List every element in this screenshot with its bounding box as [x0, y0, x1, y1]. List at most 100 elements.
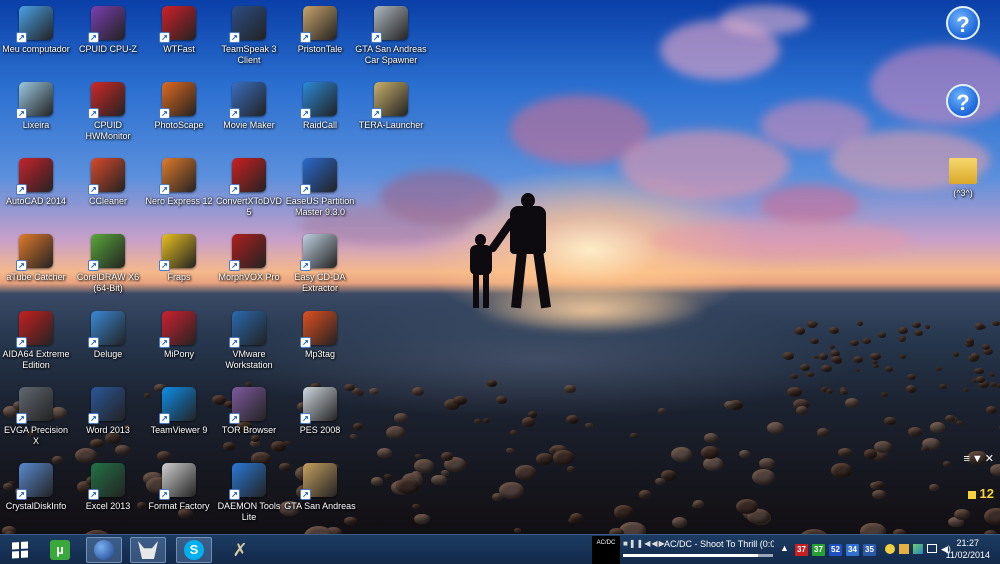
desktop-shortcut-label: AutoCAD 2014 — [5, 196, 67, 206]
network-icon[interactable] — [913, 544, 923, 554]
desktop-shortcut-word[interactable]: ↗ Word 2013 — [72, 387, 144, 436]
desktop-shortcut-convertx[interactable]: ↗ ConvertXToDVD 5 — [213, 158, 285, 218]
tray-temp-badge[interactable]: 34 — [846, 544, 859, 556]
folder-icon — [949, 158, 977, 184]
desktop-shortcut-easeus[interactable]: ↗ EaseUS Partition Master 9.3.0 — [284, 158, 356, 218]
desktop-shortcut-easy-cdda[interactable]: ↗ Easy CD-DA Extractor — [284, 234, 356, 294]
desktop-shortcut-wtfast[interactable]: ↗ WTFast — [143, 6, 215, 55]
desktop-shortcut-cpuz[interactable]: ↗ CPUID CPU-Z — [72, 6, 144, 55]
start-button[interactable] — [2, 537, 38, 563]
skype-icon: S — [184, 540, 204, 560]
deluge-icon: ↗ — [88, 311, 125, 348]
desktop-shortcut-gta-spawner[interactable]: ↗ GTA San Andreas Car Spawner — [355, 6, 427, 66]
shortcut-arrow-icon: ↗ — [229, 184, 240, 195]
shortcut-arrow-icon: ↗ — [88, 413, 99, 424]
monitor-icon[interactable] — [927, 544, 937, 553]
prev-icon[interactable]: ◀◀ — [644, 539, 658, 548]
desktop-shortcut-raidcall[interactable]: ↗ RaidCall — [284, 82, 356, 131]
easy-cdda-icon: ↗ — [300, 234, 337, 271]
desktop-shortcut-tor[interactable]: ↗ TOR Browser — [213, 387, 285, 436]
desktop-shortcut-label: GTA San Andreas — [284, 501, 356, 511]
desktop-shortcut-label: Fraps — [167, 272, 191, 282]
desktop-shortcut-vmware[interactable]: ↗ VMware Workstation — [213, 311, 285, 371]
desktop-shortcut-deluge[interactable]: ↗ Deluge — [72, 311, 144, 360]
desktop-shortcut-evga[interactable]: ↗ EVGA Precision X — [0, 387, 72, 447]
desktop[interactable]: ↗ Meu computador ↗ CPUID CPU-Z ↗ WTFast ↗ TeamS… — [0, 0, 1000, 534]
help-icon[interactable]: ? — [946, 6, 980, 40]
shortcut-arrow-icon: ↗ — [159, 260, 170, 271]
computer-icon: ↗ — [16, 6, 53, 43]
shortcut-arrow-icon: ↗ — [16, 413, 27, 424]
desktop-shortcut-fraps[interactable]: ↗ Fraps — [143, 234, 215, 283]
pause-icon[interactable]: ❚❚ — [629, 539, 644, 548]
taskbar-app[interactable]: ✗ — [222, 537, 258, 563]
notification-icon[interactable] — [885, 544, 895, 554]
desktop-shortcut-label: Format Factory — [148, 501, 210, 511]
media-controls[interactable]: ■❚❚◀◀▶ — [623, 539, 666, 548]
desktop-shortcut-mipony[interactable]: ↗ MiPony — [143, 311, 215, 360]
media-player-toolbar[interactable]: AC/DC ■❚❚◀◀▶ AC/DC - Shoot To Thrill (0:… — [592, 536, 782, 564]
tray-misc-icons[interactable]: ◀) — [885, 544, 951, 554]
shortcut-arrow-icon: ↗ — [88, 108, 99, 119]
taskbar-browser[interactable] — [86, 537, 122, 563]
shortcut-arrow-icon: ↗ — [229, 32, 240, 43]
fox-icon — [138, 541, 158, 559]
shortcut-arrow-icon: ↗ — [229, 260, 240, 271]
desktop-shortcut-autocad[interactable]: ↗ AutoCAD 2014 — [0, 158, 72, 207]
easeus-icon: ↗ — [300, 158, 337, 195]
desktop-shortcut-tera-launcher[interactable]: ↗ TERA-Launcher — [355, 82, 427, 131]
shortcut-arrow-icon: ↗ — [300, 489, 311, 500]
desktop-shortcut-pes[interactable]: ↗ PES 2008 — [284, 387, 356, 436]
desktop-shortcut-daemon-tools[interactable]: ↗ DAEMON Tools Lite — [213, 463, 285, 523]
desktop-shortcut-movie-maker[interactable]: ↗ Movie Maker — [213, 82, 285, 131]
shortcut-arrow-icon: ↗ — [300, 184, 311, 195]
tray-temp-badge[interactable]: 37 — [812, 544, 825, 556]
utorrent-icon: µ — [50, 540, 70, 560]
desktop-shortcut-recycle-bin[interactable]: ↗ Lixeira — [0, 82, 72, 131]
media-progress-bar[interactable] — [623, 554, 773, 557]
desktop-shortcut-excel[interactable]: ↗ Excel 2013 — [72, 463, 144, 512]
desktop-shortcut-crystaldiskinfo[interactable]: ↗ CrystalDiskInfo — [0, 463, 72, 512]
desktop-shortcut-format-factory[interactable]: ↗ Format Factory — [143, 463, 215, 512]
desktop-shortcut-computer[interactable]: ↗ Meu computador — [0, 6, 72, 55]
taskbar-skype[interactable]: S — [176, 537, 212, 563]
desktop-shortcut-hwmonitor[interactable]: ↗ CPUID HWMonitor — [72, 82, 144, 142]
desktop-shortcut-label: MorphVOX Pro — [218, 272, 280, 282]
desktop-shortcut-gta-sa[interactable]: ↗ GTA San Andreas — [284, 463, 356, 512]
tray-overflow-icon[interactable]: ▲ — [780, 543, 789, 553]
desktop-shortcut-teamviewer[interactable]: ↗ TeamViewer 9 — [143, 387, 215, 436]
word-icon: ↗ — [88, 387, 125, 424]
desktop-shortcut-atube[interactable]: ↗ aTube Catcher — [0, 234, 72, 283]
tray-temp-badge[interactable]: 35 — [863, 544, 876, 556]
tray-temp-badge[interactable]: 37 — [795, 544, 808, 556]
shortcut-arrow-icon: ↗ — [229, 337, 240, 348]
taskbar-utorrent[interactable]: µ — [42, 537, 78, 563]
desktop-shortcut-coreldraw[interactable]: ↗ CorelDRAW X6 (64-Bit) — [72, 234, 144, 294]
desktop-shortcut-morphvox[interactable]: ↗ MorphVOX Pro — [213, 234, 285, 283]
shortcut-arrow-icon: ↗ — [159, 337, 170, 348]
shortcut-arrow-icon: ↗ — [229, 108, 240, 119]
desktop-shortcut-pristontale[interactable]: ↗ PristonTale — [284, 6, 356, 55]
desktop-shortcut-teamspeak[interactable]: ↗ TeamSpeak 3 Client — [213, 6, 285, 66]
flag-icon[interactable] — [899, 544, 909, 554]
taskbar-foobar[interactable] — [130, 537, 166, 563]
folder-shortcut[interactable]: (^3^) — [940, 158, 986, 199]
gadget-controls[interactable]: ≡▼✕ — [963, 452, 996, 465]
clock[interactable]: 21:27 11/02/2014 — [946, 537, 990, 561]
desktop-shortcut-aida64[interactable]: ↗ AIDA64 Extreme Edition — [0, 311, 72, 371]
desktop-shortcut-mp3tag[interactable]: ↗ Mp3tag — [284, 311, 356, 360]
globe-icon — [94, 540, 114, 560]
desktop-shortcut-ccleaner[interactable]: ↗ CCleaner — [72, 158, 144, 207]
album-art: AC/DC — [592, 536, 620, 564]
tor-icon: ↗ — [229, 387, 266, 424]
fraps-icon: ↗ — [159, 234, 196, 271]
desktop-shortcut-nero[interactable]: ↗ Nero Express 12 — [143, 158, 215, 207]
desktop-shortcut-photoscape[interactable]: ↗ PhotoScape — [143, 82, 215, 131]
coreldraw-icon: ↗ — [88, 234, 125, 271]
shortcut-arrow-icon: ↗ — [88, 32, 99, 43]
tray-temp-badge[interactable]: 52 — [829, 544, 842, 556]
help-icon[interactable]: ? — [946, 84, 980, 118]
tera-launcher-icon: ↗ — [371, 82, 408, 119]
desktop-shortcut-label: MiPony — [163, 349, 194, 359]
shortcut-arrow-icon: ↗ — [88, 337, 99, 348]
